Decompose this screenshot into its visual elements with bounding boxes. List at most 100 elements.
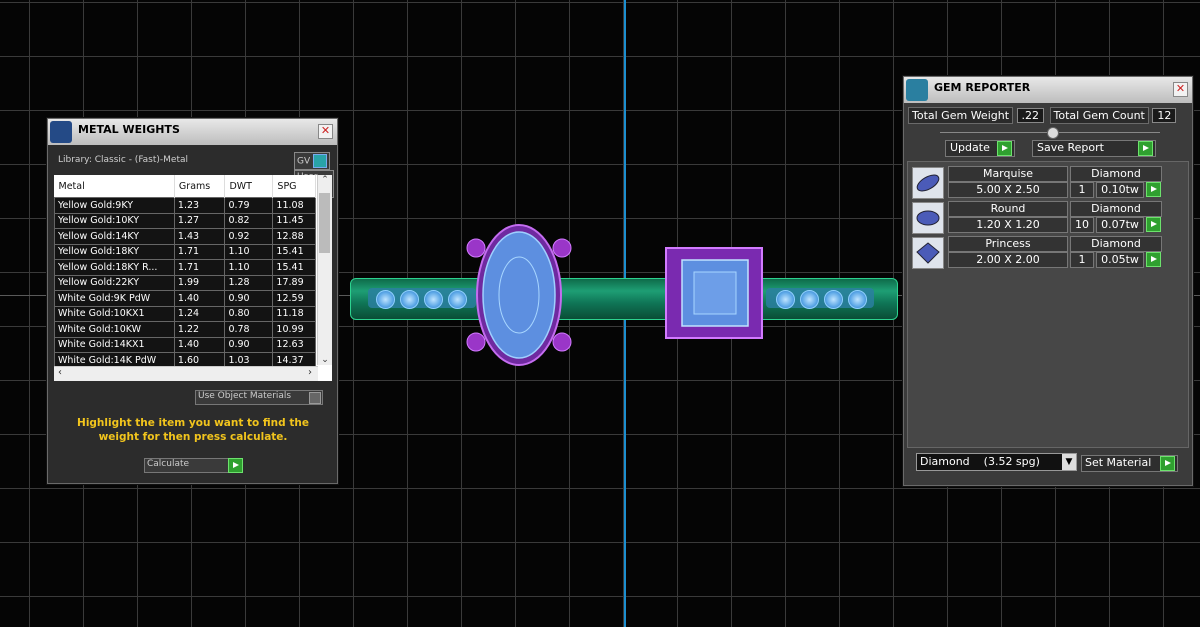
- table-cell: Yellow Gold:14KY: [54, 228, 175, 245]
- gem-count: 10: [1070, 217, 1094, 233]
- column-header-metal[interactable]: Metal: [54, 175, 175, 198]
- horizontal-scrollbar[interactable]: ‹ ›: [54, 366, 318, 381]
- table-cell: 11.08: [272, 197, 316, 214]
- table-row[interactable]: Yellow Gold:18KY 1.71 1.10 15.41: [54, 243, 316, 260]
- table-cell: 1.71: [173, 259, 226, 276]
- table-row[interactable]: Yellow Gold:18KY R... 1.71 1.10 15.41: [54, 259, 316, 276]
- instruction-text: Highlight the item you want to find the …: [77, 417, 309, 443]
- table-cell: 11.18: [272, 305, 316, 322]
- table-cell: 0.78: [224, 321, 274, 338]
- table-cell: 0.82: [224, 212, 274, 229]
- table-cell: 1.27: [173, 212, 226, 229]
- play-icon[interactable]: [228, 458, 243, 473]
- table-cell: Yellow Gold:18KY: [54, 243, 175, 260]
- gem-row-round[interactable]: Round Diamond 1.20 X 1.20 10 0.07tw: [912, 201, 1166, 235]
- table-cell: 1.99: [173, 274, 226, 291]
- gem-size: 2.00 X 2.00: [948, 252, 1068, 268]
- gem-weight: 0.07tw: [1096, 217, 1144, 233]
- vertical-scrollbar[interactable]: ⌃ ⌄: [317, 175, 332, 365]
- table-row[interactable]: Yellow Gold:14KY 1.43 0.92 12.88: [54, 228, 316, 245]
- close-icon[interactable]: ✕: [318, 124, 333, 139]
- table-cell: 0.90: [224, 290, 274, 307]
- table-cell: White Gold:10KW: [54, 321, 175, 338]
- library-label: Library: Classic - (Fast)-Metal: [58, 155, 189, 165]
- scroll-left-icon[interactable]: ‹: [58, 367, 62, 378]
- round-gem-icon: [912, 202, 944, 234]
- table-cell: 15.41: [272, 243, 316, 260]
- metal-weights-panel: METAL WEIGHTS ✕ Library: Classic - (Fast…: [47, 118, 338, 484]
- table-row[interactable]: White Gold:14KX1 1.40 0.90 12.63: [54, 336, 316, 353]
- gem-material: Diamond: [1070, 236, 1162, 252]
- metal-weights-titlebar[interactable]: METAL WEIGHTS ✕: [48, 119, 337, 145]
- gem-totals: Total Gem Weight .22 Total Gem Count 12: [908, 107, 1177, 124]
- table-cell: 1.22: [173, 321, 226, 338]
- play-icon[interactable]: [1146, 182, 1161, 197]
- marquise-gem-icon: [912, 167, 944, 199]
- table-cell: 0.92: [224, 228, 274, 245]
- melee-stone: [400, 290, 419, 309]
- marquise-setting: [466, 224, 572, 366]
- melee-stone: [376, 290, 395, 309]
- melee-stone: [824, 290, 843, 309]
- table-row[interactable]: Yellow Gold:10KY 1.27 0.82 11.45: [54, 212, 316, 229]
- table-cell: 1.10: [224, 259, 274, 276]
- column-header-dwt[interactable]: DWT: [224, 175, 274, 198]
- play-icon[interactable]: [1146, 217, 1161, 232]
- table-cell: 1.28: [224, 274, 274, 291]
- table-row[interactable]: White Gold:10KW 1.22 0.78 10.99: [54, 321, 316, 338]
- table-cell: 1.23: [173, 197, 226, 214]
- slider-knob[interactable]: [1047, 127, 1059, 139]
- table-cell: 1.10: [224, 243, 274, 260]
- table-row[interactable]: Yellow Gold:9KY 1.23 0.79 11.08: [54, 197, 316, 214]
- table-cell: 12.59: [272, 290, 316, 307]
- gem-list: Marquise Diamond 5.00 X 2.50 1 0.10tw Ro…: [907, 161, 1189, 448]
- table-cell: 1.71: [173, 243, 226, 260]
- use-object-materials-checkbox[interactable]: Use Object Materials: [195, 390, 323, 405]
- scroll-thumb[interactable]: [319, 193, 330, 253]
- calculate-select[interactable]: Calculate: [144, 458, 243, 473]
- table-row[interactable]: White Gold:10KX1 1.24 0.80 11.18: [54, 305, 316, 322]
- gem-count: 1: [1070, 252, 1094, 268]
- table-cell: 12.63: [272, 336, 316, 353]
- princess-setting: [665, 247, 763, 339]
- table-cell: Yellow Gold:9KY: [54, 197, 175, 214]
- melee-stone: [800, 290, 819, 309]
- total-gem-count-value: 12: [1152, 108, 1177, 123]
- scroll-down-icon[interactable]: ⌄: [318, 355, 332, 365]
- column-header-grams[interactable]: Grams: [174, 175, 226, 198]
- total-gem-weight-value: .22: [1016, 108, 1045, 123]
- table-cell: 0.79: [224, 197, 274, 214]
- table-cell: 15.41: [272, 259, 316, 276]
- princess-gem-icon: [912, 237, 944, 269]
- scroll-right-icon[interactable]: ›: [308, 367, 312, 378]
- zoom-slider[interactable]: [940, 127, 1160, 139]
- close-icon[interactable]: ✕: [1173, 82, 1188, 97]
- play-icon[interactable]: [1146, 252, 1161, 267]
- table-row[interactable]: Yellow Gold:22KY 1.99 1.28 17.89: [54, 274, 316, 291]
- gem-reporter-titlebar[interactable]: GEM REPORTER ✕: [904, 77, 1192, 103]
- gem-reporter-icon: [906, 79, 928, 101]
- table-cell: White Gold:10KX1: [54, 305, 175, 322]
- total-gem-weight-label: Total Gem Weight: [908, 107, 1014, 124]
- dropdown-arrow-icon[interactable]: ▼: [1062, 454, 1076, 470]
- metal-weights-title: METAL WEIGHTS: [78, 123, 180, 136]
- gem-shape: Marquise: [948, 166, 1068, 182]
- gem-material: Diamond: [1070, 166, 1162, 182]
- table-row[interactable]: White Gold:9K PdW 1.40 0.90 12.59: [54, 290, 316, 307]
- melee-stone: [848, 290, 867, 309]
- update-button[interactable]: Update: [945, 140, 1015, 157]
- table-cell: 0.80: [224, 305, 274, 322]
- gv-toggle[interactable]: GV: [294, 152, 331, 170]
- metal-table[interactable]: Metal Grams DWT SPG Yellow Gold:9KY 1.23 0…: [54, 175, 332, 381]
- scroll-up-icon[interactable]: ⌃: [318, 175, 332, 185]
- material-select[interactable]: Diamond (3.52 spg) ▼: [916, 453, 1077, 471]
- gem-weight: 0.10tw: [1096, 182, 1144, 198]
- gem-row-marquise[interactable]: Marquise Diamond 5.00 X 2.50 1 0.10tw: [912, 166, 1166, 200]
- gem-row-princess[interactable]: Princess Diamond 2.00 X 2.00 1 0.05tw: [912, 236, 1166, 270]
- table-cell: Yellow Gold:18KY R...: [54, 259, 175, 276]
- save-report-button[interactable]: Save Report: [1032, 140, 1156, 157]
- set-material-button[interactable]: Set Material: [1081, 455, 1178, 472]
- melee-stone: [776, 290, 795, 309]
- table-cell: 1.43: [173, 228, 226, 245]
- column-header-spg[interactable]: SPG: [272, 175, 316, 198]
